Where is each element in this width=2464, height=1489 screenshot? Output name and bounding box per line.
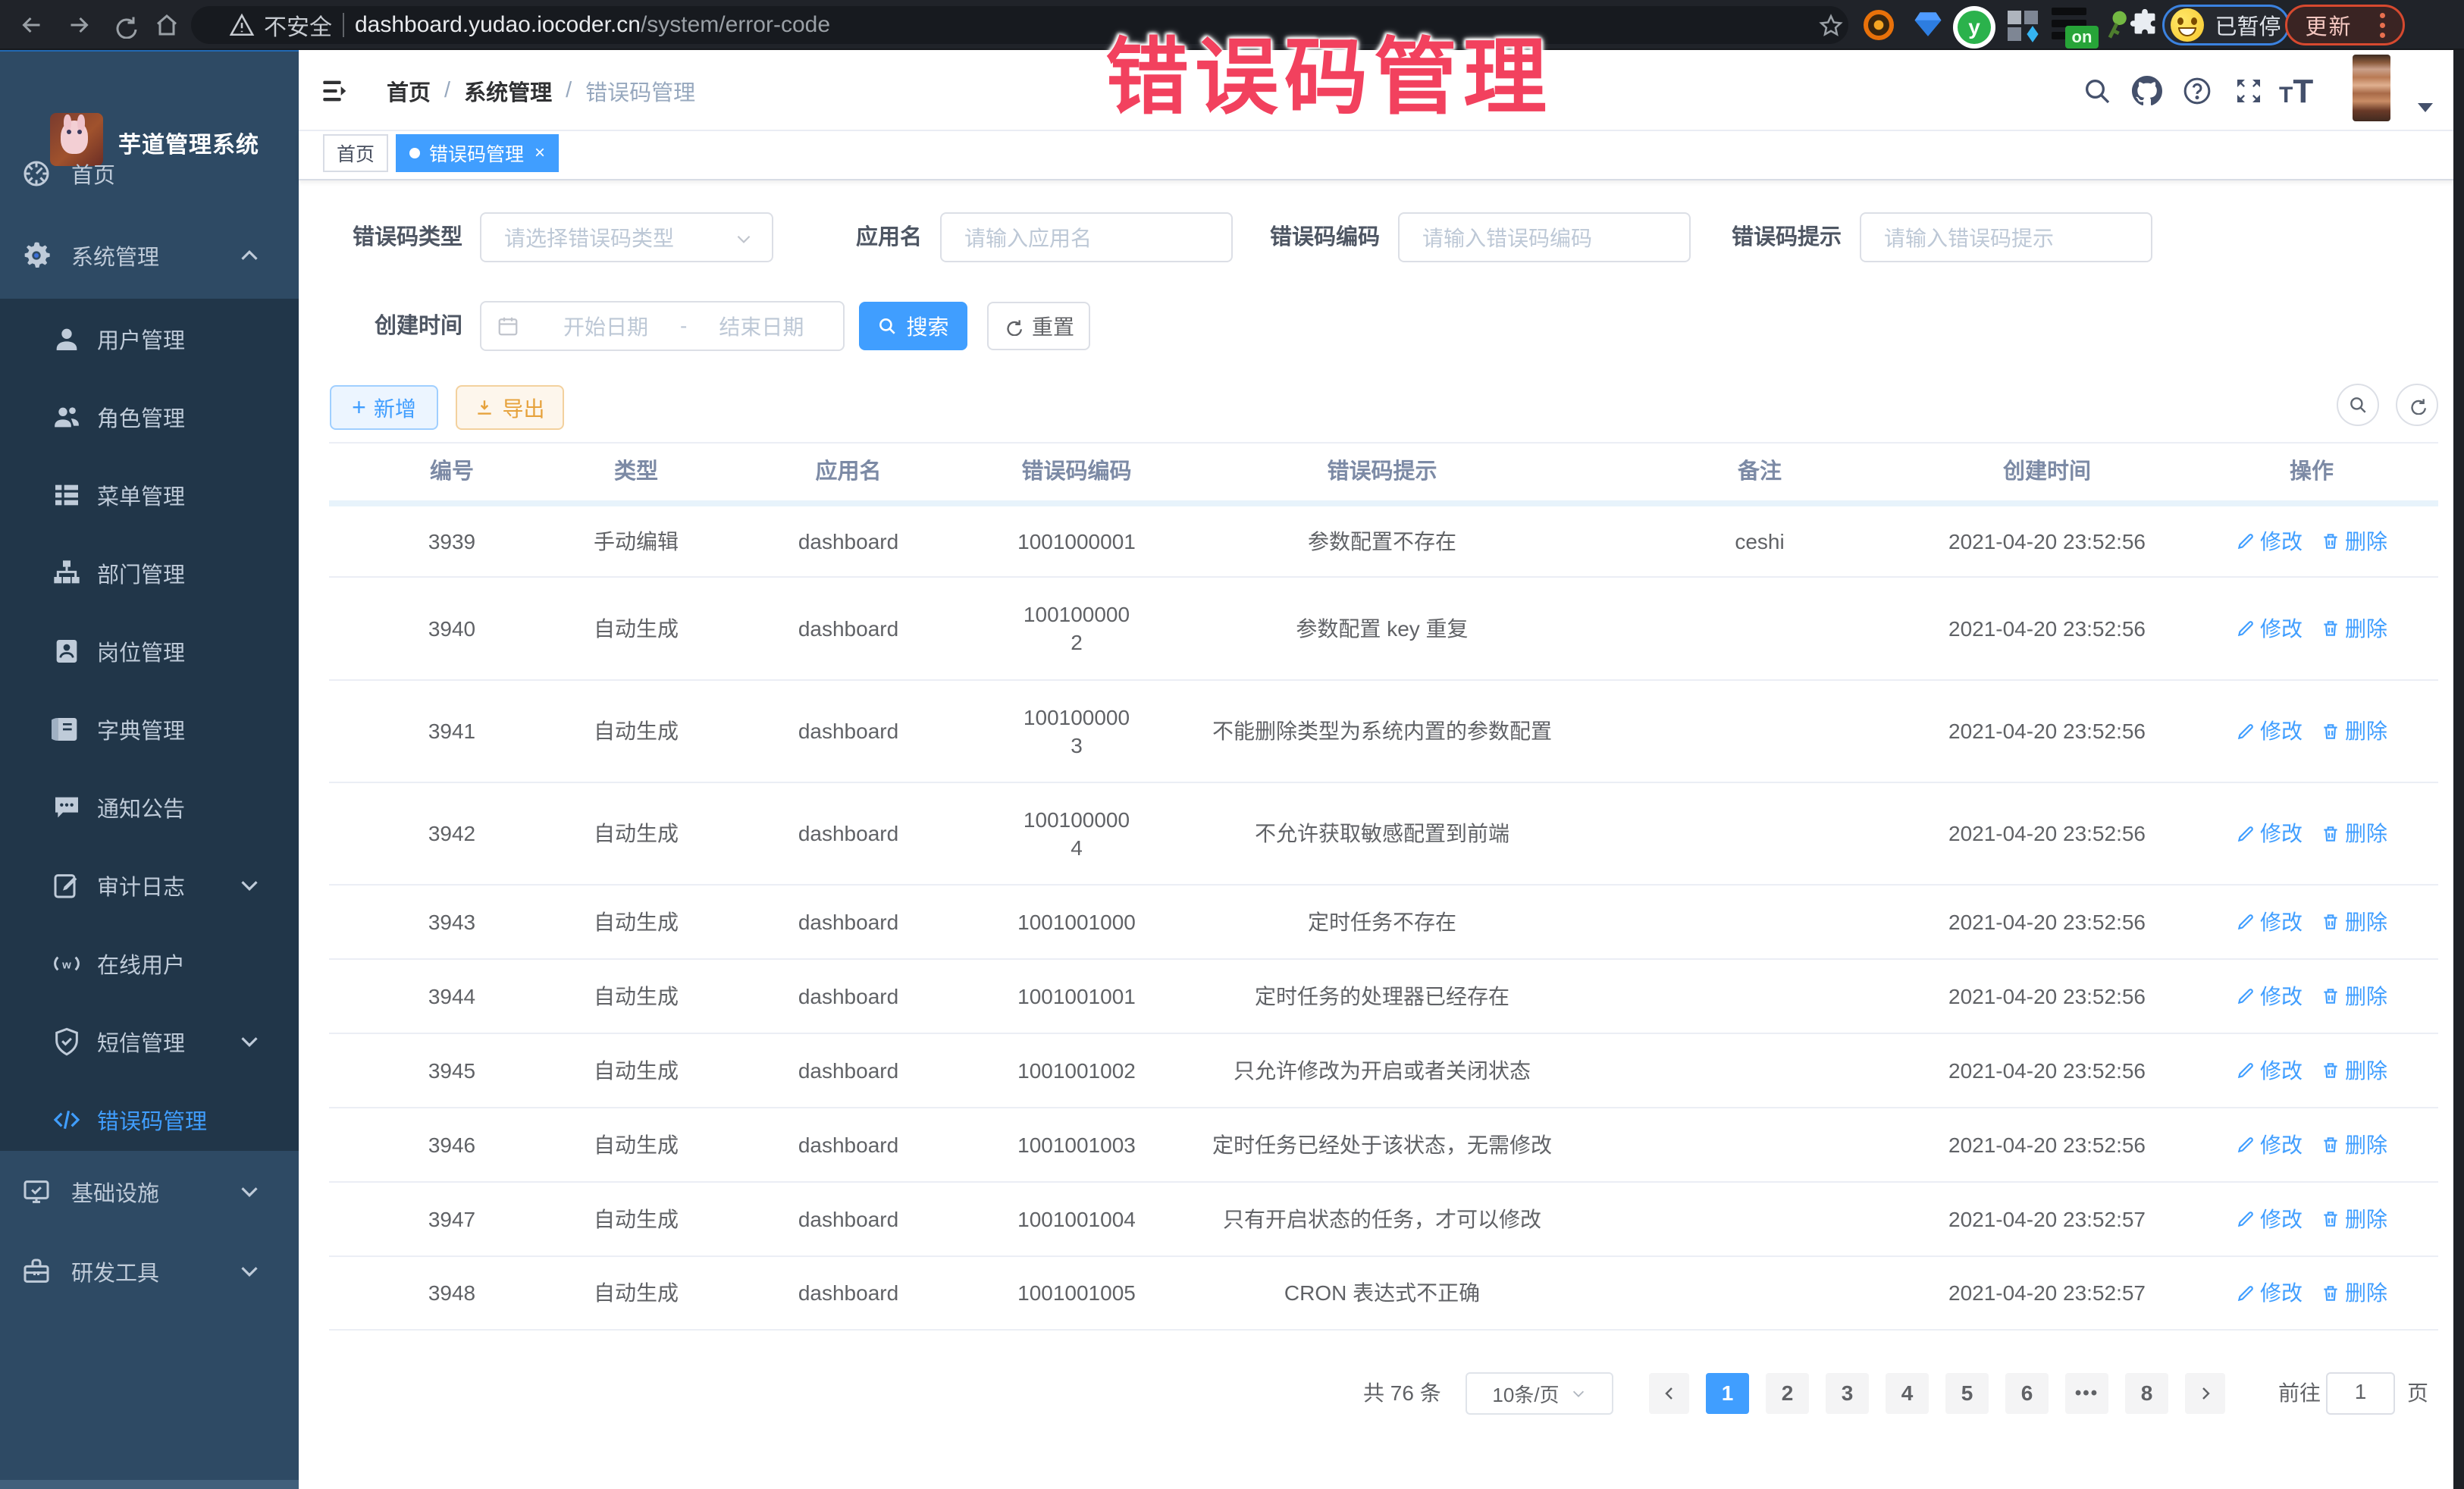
svg-text:w: w <box>61 959 71 972</box>
